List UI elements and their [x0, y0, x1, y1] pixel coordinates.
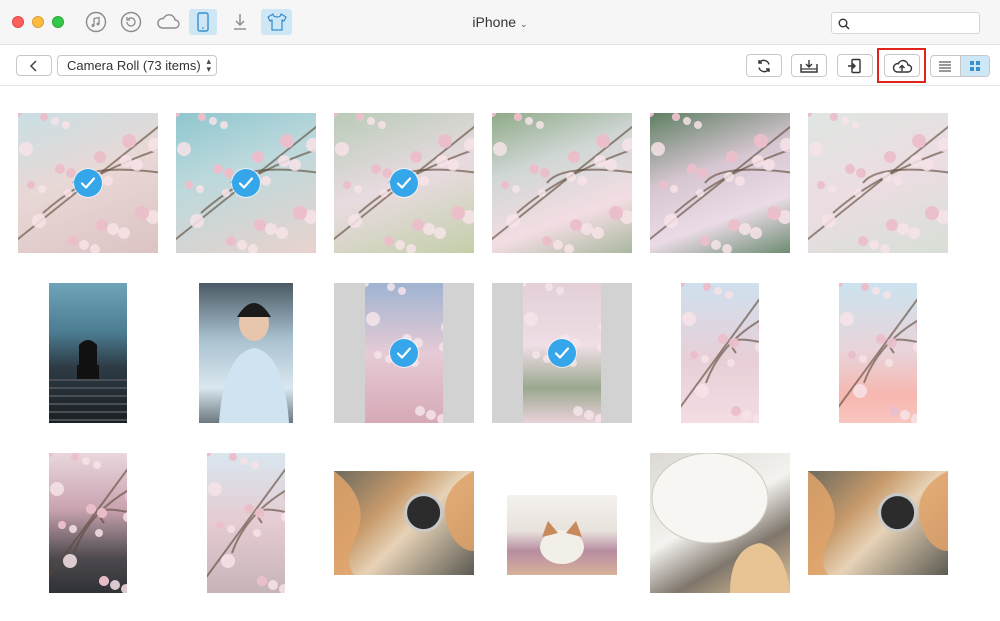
- photo-item[interactable]: [18, 283, 158, 423]
- photo-thumbnail: [492, 113, 632, 253]
- selected-check-icon: [390, 339, 418, 367]
- photo-thumbnail: [49, 283, 127, 423]
- photo-item[interactable]: [650, 113, 790, 253]
- maximize-window-button[interactable]: [52, 16, 64, 28]
- device-selector[interactable]: iPhone ⌄: [440, 14, 560, 30]
- photo-pattern: [808, 113, 948, 253]
- photo-item[interactable]: [18, 113, 158, 253]
- photo-item[interactable]: [808, 283, 948, 423]
- album-select[interactable]: Camera Roll (73 items) ▴ ▾: [57, 55, 217, 76]
- back-button[interactable]: [16, 55, 52, 76]
- export-to-computer-button[interactable]: [791, 54, 827, 77]
- photo-thumbnail: [49, 453, 127, 593]
- photo-grid: [0, 86, 1000, 621]
- music-icon[interactable]: [82, 9, 110, 35]
- photo-thumbnail: [207, 453, 285, 593]
- photo-item[interactable]: [808, 113, 948, 253]
- import-button[interactable]: [837, 54, 873, 77]
- import-icon: [848, 58, 861, 73]
- photo-thumbnail: [507, 495, 617, 575]
- selected-check-icon: [74, 169, 102, 197]
- photo-pattern: [49, 453, 127, 593]
- restore-icon[interactable]: [117, 9, 145, 35]
- search-icon: [838, 17, 850, 35]
- photo-thumbnail: [839, 283, 917, 423]
- photo-pattern: [49, 340, 127, 421]
- chevron-down-icon: ⌄: [520, 19, 528, 29]
- photo-item[interactable]: [176, 283, 316, 423]
- photo-thumbnail: [808, 113, 948, 253]
- grid-view-icon: [969, 61, 980, 71]
- photo-item[interactable]: [808, 453, 948, 593]
- photo-pattern: [681, 283, 759, 423]
- refresh-icon: [758, 59, 770, 72]
- updown-chevron-icon: ▴ ▾: [206, 56, 211, 74]
- photo-thumbnail: [650, 113, 790, 253]
- shirt-icon[interactable]: [261, 9, 292, 35]
- photo-thumbnail: [334, 471, 474, 575]
- photo-pattern: [207, 453, 285, 593]
- grid-view-button[interactable]: [959, 56, 989, 76]
- photo-pattern: [839, 283, 917, 423]
- photo-thumbnail: [808, 471, 948, 575]
- selected-check-icon: [548, 339, 576, 367]
- photo-item[interactable]: [334, 283, 474, 423]
- photo-item[interactable]: [650, 453, 790, 593]
- photo-pattern: [219, 303, 289, 423]
- search-input[interactable]: [831, 12, 980, 34]
- device-name-label: iPhone: [472, 14, 517, 30]
- toolbar: Camera Roll (73 items) ▴ ▾: [0, 45, 1000, 86]
- minimize-window-button[interactable]: [32, 16, 44, 28]
- photo-item[interactable]: [18, 453, 158, 593]
- photo-item[interactable]: [176, 453, 316, 593]
- list-view-icon: [939, 61, 952, 72]
- view-toggle: [930, 55, 990, 77]
- chevron-left-icon: [29, 59, 37, 72]
- photo-pattern: [334, 471, 474, 575]
- photo-pattern: [492, 113, 632, 253]
- selected-check-icon: [390, 169, 418, 197]
- export-to-computer-icon: [800, 59, 818, 73]
- selected-check-icon: [232, 169, 260, 197]
- highlight-box: [877, 48, 926, 83]
- photo-pattern: [540, 521, 584, 564]
- photo-thumbnail: [681, 283, 759, 423]
- photo-pattern: [808, 471, 948, 575]
- photo-item[interactable]: [492, 113, 632, 253]
- app-window: iPhone ⌄ Camera Roll (73 items) ▴ ▾: [0, 0, 1000, 621]
- album-select-label: Camera Roll (73 items): [67, 58, 201, 73]
- photo-item[interactable]: [492, 453, 632, 593]
- photo-item[interactable]: [650, 283, 790, 423]
- photo-item[interactable]: [334, 453, 474, 593]
- photo-item[interactable]: [176, 113, 316, 253]
- refresh-button[interactable]: [746, 54, 782, 77]
- title-bar: iPhone ⌄: [0, 0, 1000, 45]
- close-window-button[interactable]: [12, 16, 24, 28]
- phone-icon[interactable]: [189, 9, 217, 35]
- photo-pattern: [651, 453, 790, 593]
- photo-pattern: [650, 113, 790, 253]
- photo-thumbnail: [199, 283, 293, 423]
- photo-thumbnail: [650, 453, 790, 593]
- photo-item[interactable]: [492, 283, 632, 423]
- download-icon[interactable]: [226, 9, 254, 35]
- photo-item[interactable]: [334, 113, 474, 253]
- list-view-button[interactable]: [931, 56, 960, 76]
- cloud-icon[interactable]: [154, 9, 182, 35]
